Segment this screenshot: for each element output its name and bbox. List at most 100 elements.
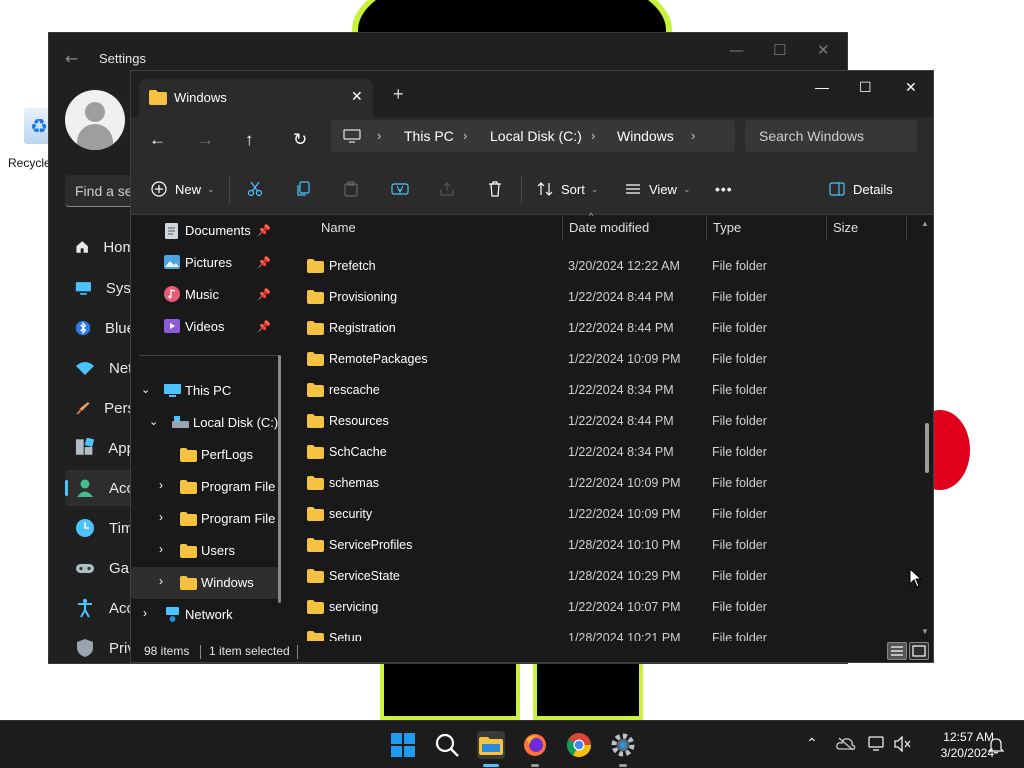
taskbar-chrome[interactable] <box>565 731 593 759</box>
nav-item-perflogs[interactable]: PerfLogs <box>131 439 279 471</box>
file-row[interactable]: SchCache 1/22/2024 8:34 PM File folder <box>295 437 915 468</box>
start-button[interactable] <box>389 731 417 759</box>
nav-item-documents[interactable]: Documents 📌 <box>131 215 279 247</box>
file-row[interactable]: servicing 1/22/2024 10:07 PM File folder <box>295 592 915 623</box>
settings-nav-network[interactable]: Net <box>65 350 135 386</box>
nav-pane-scrollbar[interactable] <box>278 355 281 603</box>
settings-nav-accounts[interactable]: Acc <box>65 470 135 506</box>
nav-item-music[interactable]: Music 📌 <box>131 279 279 311</box>
file-date-modified: 1/22/2024 10:07 PM <box>568 600 681 614</box>
refresh-icon[interactable]: ↻ <box>293 130 307 150</box>
copy-button[interactable] <box>295 177 311 201</box>
chevron-right-icon[interactable]: › <box>159 510 163 524</box>
nav-item-users[interactable]: › Users <box>131 535 279 567</box>
maximize-button[interactable]: ☐ <box>859 79 872 96</box>
settings-nav-accessibility[interactable]: Acc <box>65 590 135 626</box>
file-row[interactable]: rescache 1/22/2024 8:34 PM File folder <box>295 375 915 406</box>
file-row[interactable]: Setup 1/28/2024 10:21 PM File folder <box>295 623 915 641</box>
settings-nav-gaming[interactable]: Gar <box>65 550 135 586</box>
settings-nav-home[interactable]: Hom <box>65 229 135 265</box>
details-view-button[interactable] <box>887 642 907 660</box>
chevron-right-icon[interactable]: › <box>159 574 163 588</box>
back-arrow-icon[interactable]: ← <box>149 130 166 150</box>
tab-windows[interactable]: Windows ✕ <box>139 79 373 117</box>
nav-item-local-disk[interactable]: ⌄ Local Disk (C:) <box>131 407 279 439</box>
chevron-right-icon[interactable]: › <box>143 606 147 620</box>
sort-button[interactable]: Sort ⌄ <box>537 177 598 201</box>
rename-button[interactable] <box>391 177 409 201</box>
search-input[interactable]: Search Windows <box>745 120 917 152</box>
settings-nav-personalization[interactable]: Pers <box>65 390 135 426</box>
file-row[interactable]: security 1/22/2024 10:09 PM File folder <box>295 499 915 530</box>
nav-item-program-files[interactable]: › Program File <box>131 471 279 503</box>
pin-icon[interactable]: 📌 <box>257 224 271 237</box>
file-row[interactable]: RemotePackages 1/22/2024 10:09 PM File fol… <box>295 344 915 375</box>
settings-nav-time[interactable]: Tim <box>65 510 135 546</box>
new-tab-button[interactable]: + <box>393 84 404 105</box>
share-button[interactable] <box>439 177 455 201</box>
minimize-button[interactable]: — <box>729 41 744 59</box>
more-options-button[interactable]: ••• <box>715 177 733 201</box>
settings-nav-system[interactable]: Syst <box>65 270 135 306</box>
nav-label: This PC <box>185 383 232 398</box>
network-status-icon[interactable] <box>868 736 886 752</box>
taskbar-settings[interactable] <box>609 731 637 767</box>
details-pane-button[interactable]: Details <box>829 177 893 201</box>
nav-item-program-files-x86[interactable]: › Program File <box>131 503 279 535</box>
pin-icon[interactable]: 📌 <box>257 320 271 333</box>
taskbar-firefox[interactable] <box>521 731 549 767</box>
pin-icon[interactable]: 📌 <box>257 288 271 301</box>
breadcrumb-windows[interactable]: Windows <box>617 128 674 144</box>
taskbar-search-button[interactable] <box>433 731 461 759</box>
settings-nav-bluetooth[interactable]: Blue <box>65 310 135 346</box>
notification-bell-icon[interactable] <box>988 736 1004 754</box>
file-row[interactable]: ServiceState 1/28/2024 10:29 PM File folde… <box>295 561 915 592</box>
delete-button[interactable] <box>487 177 503 201</box>
tab-close-icon[interactable]: ✕ <box>351 88 363 105</box>
show-hidden-icons-chevron-up-icon[interactable]: ⌃ <box>806 735 818 752</box>
address-bar[interactable]: › This PC › Local Disk (C:) › Windows › <box>331 120 735 152</box>
nav-item-videos[interactable]: Videos 📌 <box>131 311 279 343</box>
breadcrumb-this-pc[interactable]: This PC <box>404 128 454 144</box>
scroll-up-arrow-icon[interactable]: ▲ <box>921 219 929 228</box>
onedrive-offline-icon[interactable] <box>836 737 856 751</box>
taskbar-file-explorer[interactable] <box>477 731 505 767</box>
file-row[interactable]: Provisioning 1/22/2024 8:44 PM File folder <box>295 282 915 313</box>
view-button[interactable]: View ⌄ <box>625 177 691 201</box>
file-row-partial[interactable] <box>295 227 915 235</box>
close-button[interactable]: ✕ <box>817 41 830 59</box>
file-row[interactable]: schemas 1/22/2024 10:09 PM File folder <box>295 468 915 499</box>
breadcrumb-local-disk[interactable]: Local Disk (C:) <box>490 128 582 144</box>
file-row[interactable]: Registration 1/22/2024 8:44 PM File folder <box>295 313 915 344</box>
vertical-scrollbar-thumb[interactable] <box>925 423 929 473</box>
large-icons-view-button[interactable] <box>909 642 929 660</box>
file-row[interactable]: ServiceProfiles 1/28/2024 10:10 PM File fo… <box>295 530 915 561</box>
file-row[interactable]: Resources 1/22/2024 8:44 PM File folder <box>295 406 915 437</box>
nav-item-windows[interactable]: › Windows <box>131 567 279 599</box>
nav-item-this-pc[interactable]: ⌄ This PC <box>131 375 279 407</box>
chevron-right-icon[interactable]: › <box>159 542 163 556</box>
chevron-down-icon[interactable]: ⌄ <box>141 383 150 396</box>
forward-arrow-icon[interactable]: → <box>197 130 214 150</box>
back-arrow-icon[interactable]: ← <box>65 49 78 68</box>
chevron-down-icon[interactable]: ⌄ <box>149 415 158 428</box>
new-button[interactable]: New ⌄ <box>151 177 215 201</box>
cut-button[interactable] <box>247 177 263 201</box>
system-clock[interactable]: 12:57 AM 3/20/2024 <box>916 729 994 761</box>
user-avatar[interactable] <box>65 90 125 150</box>
pin-icon[interactable]: 📌 <box>257 256 271 269</box>
minimize-button[interactable]: — <box>815 79 829 95</box>
settings-nav-privacy[interactable]: Priv <box>65 630 135 666</box>
maximize-button[interactable]: ☐ <box>773 41 786 59</box>
nav-item-pictures[interactable]: Pictures 📌 <box>131 247 279 279</box>
paste-button[interactable] <box>343 177 359 201</box>
chevron-right-icon[interactable]: › <box>691 128 695 143</box>
nav-item-network[interactable]: › Network <box>131 599 279 631</box>
file-row[interactable]: Prefetch 3/20/2024 12:22 AM File folder <box>295 251 915 282</box>
up-arrow-icon[interactable]: ↑ <box>245 130 254 150</box>
close-button[interactable]: ✕ <box>905 79 917 96</box>
chevron-right-icon[interactable]: › <box>159 478 163 492</box>
volume-muted-icon[interactable] <box>894 736 912 752</box>
settings-nav-apps[interactable]: App <box>65 430 135 466</box>
scroll-down-arrow-icon[interactable]: ▼ <box>921 627 929 636</box>
